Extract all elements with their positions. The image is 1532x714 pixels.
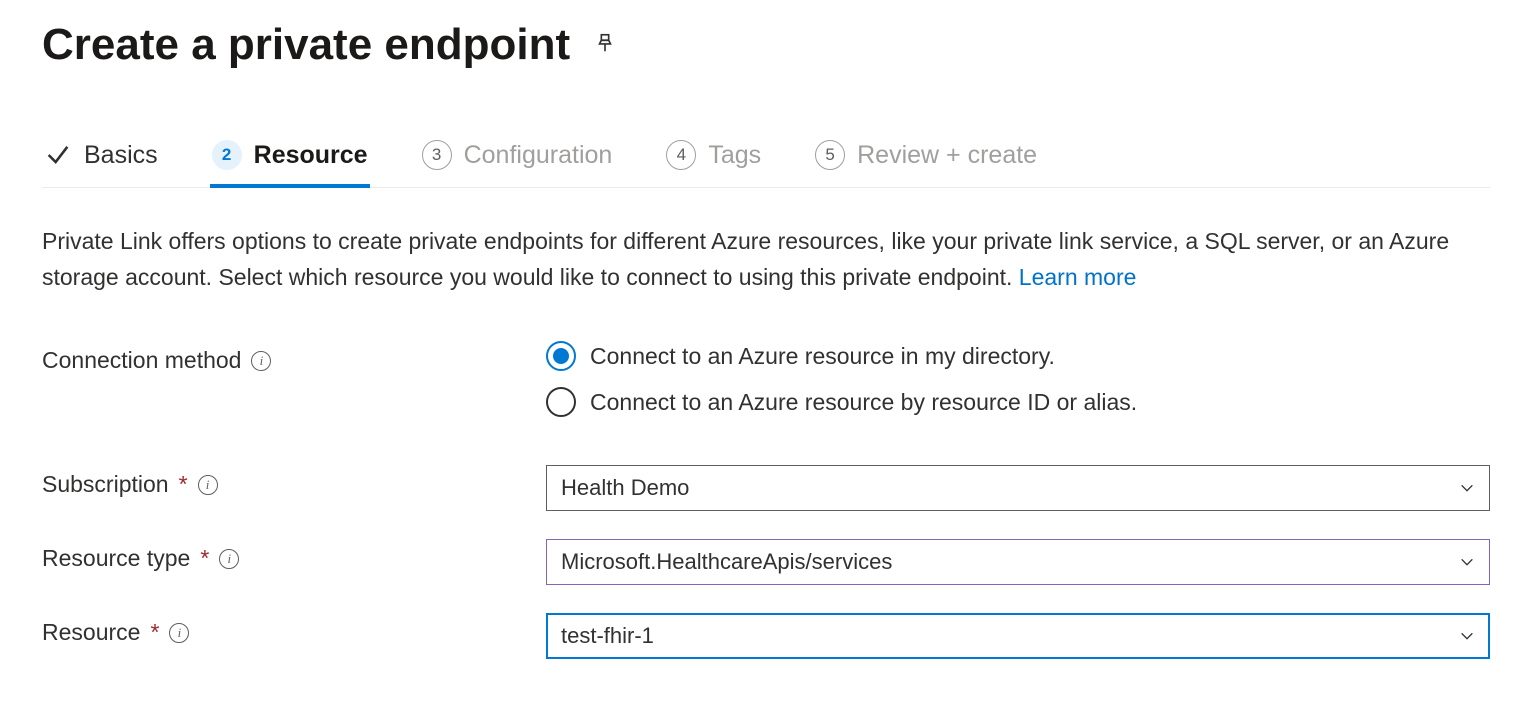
tab-number: 3 <box>422 140 452 170</box>
tab-number: 5 <box>815 140 845 170</box>
page-title: Create a private endpoint <box>42 20 570 70</box>
required-indicator: * <box>179 471 188 498</box>
tab-label: Basics <box>84 141 158 170</box>
radio-label: Connect to an Azure resource in my direc… <box>590 343 1055 370</box>
radio-connect-directory[interactable]: Connect to an Azure resource in my direc… <box>546 341 1490 371</box>
tab-number: 2 <box>212 140 242 170</box>
connection-method-radio-group: Connect to an Azure resource in my direc… <box>546 341 1490 417</box>
radio-label: Connect to an Azure resource by resource… <box>590 389 1137 416</box>
info-icon[interactable]: i <box>251 351 271 371</box>
radio-connect-resource-id[interactable]: Connect to an Azure resource by resource… <box>546 387 1490 417</box>
radio-icon <box>546 341 576 371</box>
tab-label: Review + create <box>857 141 1037 170</box>
tab-label: Configuration <box>464 141 613 170</box>
resource-type-select[interactable]: Microsoft.HealthcareApis/services <box>546 539 1490 585</box>
info-icon[interactable]: i <box>169 623 189 643</box>
tab-resource[interactable]: 2 Resource <box>210 130 370 188</box>
tab-basics[interactable]: Basics <box>42 131 160 188</box>
subscription-label: Subscription <box>42 471 169 498</box>
chevron-down-icon <box>1459 554 1475 570</box>
tab-label: Tags <box>708 141 761 170</box>
connection-method-label: Connection method <box>42 347 241 374</box>
pin-icon[interactable] <box>594 32 616 59</box>
resource-select[interactable]: test-fhir-1 <box>546 613 1490 659</box>
chevron-down-icon <box>1459 628 1475 644</box>
description-text: Private Link offers options to create pr… <box>42 224 1490 295</box>
tab-tags[interactable]: 4 Tags <box>664 130 763 188</box>
info-icon[interactable]: i <box>198 475 218 495</box>
resource-type-label: Resource type <box>42 545 190 572</box>
select-value: test-fhir-1 <box>561 623 654 649</box>
resource-label: Resource <box>42 619 140 646</box>
chevron-down-icon <box>1459 480 1475 496</box>
info-icon[interactable]: i <box>219 549 239 569</box>
subscription-select[interactable]: Health Demo <box>546 465 1490 511</box>
tab-label: Resource <box>254 141 368 170</box>
required-indicator: * <box>150 619 159 646</box>
check-icon <box>44 141 72 169</box>
required-indicator: * <box>200 545 209 572</box>
select-value: Health Demo <box>561 475 689 501</box>
tab-configuration[interactable]: 3 Configuration <box>420 130 615 188</box>
learn-more-link[interactable]: Learn more <box>1019 264 1137 290</box>
tab-review-create[interactable]: 5 Review + create <box>813 130 1039 188</box>
select-value: Microsoft.HealthcareApis/services <box>561 549 892 575</box>
wizard-tabs: Basics 2 Resource 3 Configuration 4 Tags… <box>42 130 1490 188</box>
radio-icon <box>546 387 576 417</box>
tab-number: 4 <box>666 140 696 170</box>
